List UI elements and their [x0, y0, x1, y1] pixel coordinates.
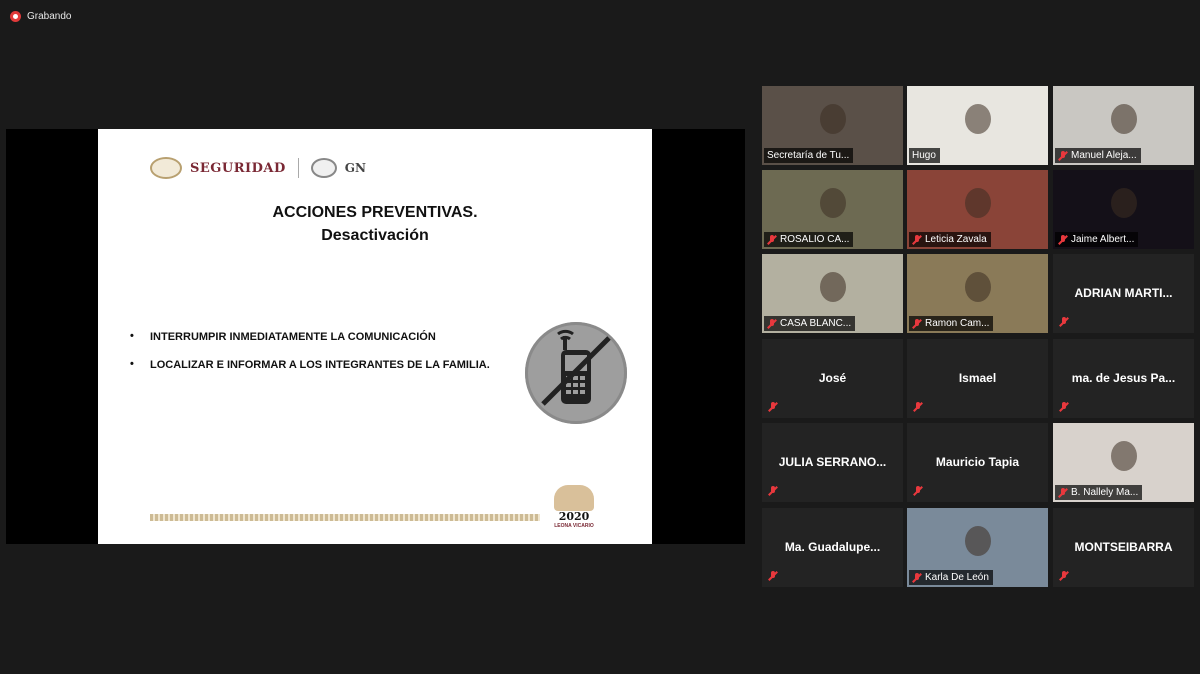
participant-silhouette [819, 272, 846, 302]
participant-name: Leticia Zavala [925, 234, 987, 245]
slide-footer-band [150, 514, 540, 521]
mic-muted-icon [1058, 234, 1068, 245]
participant-tile[interactable]: B. Nallely Ma... [1053, 423, 1194, 502]
participant-name: José [818, 371, 847, 385]
participant-name: Hugo [912, 150, 936, 161]
participant-name: Ramon Cam... [925, 318, 990, 329]
participant-tile[interactable]: Secretaría de Tu... [762, 86, 903, 165]
participant-name-label: Ramon Cam... [909, 316, 994, 331]
mic-muted-icon [913, 402, 923, 412]
participant-silhouette [819, 104, 846, 134]
slide-bullet-list: INTERRUMPIR INMEDIATAMENTE LA COMUNICACI… [130, 330, 490, 387]
participant-name: ROSALIO CA... [780, 234, 850, 245]
participant-name-label: CASA BLANC... [764, 316, 856, 331]
logo-divider [297, 158, 299, 178]
participant-name: Ma. Guadalupe... [784, 540, 881, 554]
logo-text: SEGURIDAD [190, 160, 286, 176]
footer-name: LEONA VICARIO [554, 523, 594, 529]
no-phone-icon [525, 322, 627, 424]
gn-emblem-icon [310, 158, 337, 178]
participant-tile[interactable]: Jaime Albert... [1053, 170, 1194, 249]
leona-vicario-logo: 2020 LEONA VICARIO [548, 485, 600, 529]
participant-tile[interactable]: Karla De León [907, 508, 1048, 587]
participant-tile[interactable]: ma. de Jesus Pa... [1053, 339, 1194, 418]
participant-name: JULIA SERRANO... [778, 455, 887, 469]
participant-silhouette [964, 272, 991, 302]
mic-muted-icon [912, 572, 922, 583]
slide-subtitle: Desactivación [321, 227, 429, 244]
participant-name-label: Karla De León [909, 570, 993, 585]
participant-tile[interactable]: ADRIAN MARTI... [1053, 254, 1194, 333]
participant-name-label: ROSALIO CA... [764, 232, 854, 247]
participant-name-label: Hugo [909, 148, 940, 163]
participant-tile[interactable]: Leticia Zavala [907, 170, 1048, 249]
slide-logo: SEGURIDAD GN [150, 157, 366, 179]
participant-tile[interactable]: Ramon Cam... [907, 254, 1048, 333]
participant-silhouette [964, 104, 991, 134]
participant-silhouette [1110, 188, 1137, 218]
mexico-emblem-icon [150, 157, 182, 179]
participant-name-label: B. Nallely Ma... [1055, 485, 1143, 500]
mic-muted-icon [768, 486, 778, 496]
participant-name: Mauricio Tapia [935, 455, 1020, 469]
participant-tile[interactable]: Ma. Guadalupe... [762, 508, 903, 587]
participant-tile[interactable]: ROSALIO CA... [762, 170, 903, 249]
screen-share-area: SEGURIDAD GN ACCIONES PREVENTIVAS. Desac… [6, 129, 745, 544]
mic-muted-icon [768, 571, 778, 581]
participant-name: Ismael [958, 371, 997, 385]
participant-name: CASA BLANC... [780, 318, 852, 329]
participant-name-label: Jaime Albert... [1055, 232, 1139, 247]
participant-name: Secretaría de Tu... [767, 150, 850, 161]
mic-muted-icon [767, 234, 777, 245]
participant-tile[interactable]: CASA BLANC... [762, 254, 903, 333]
participant-tile[interactable]: Manuel Aleja... [1053, 86, 1194, 165]
mic-muted-icon [912, 318, 922, 329]
participant-silhouette [964, 526, 991, 556]
gn-text: GN [344, 161, 366, 175]
mic-muted-icon [1059, 402, 1069, 412]
participant-name: MONTSEIBARRA [1074, 540, 1173, 554]
footer-year: 2020 [558, 510, 590, 523]
bullet-item: LOCALIZAR E INFORMAR A LOS INTEGRANTES D… [130, 358, 490, 371]
participant-tile[interactable]: Hugo [907, 86, 1048, 165]
participant-name-label: Manuel Aleja... [1055, 148, 1141, 163]
mic-muted-icon [1058, 150, 1068, 161]
participant-name: ma. de Jesus Pa... [1071, 371, 1176, 385]
participant-name: ADRIAN MARTI... [1074, 286, 1173, 300]
recording-indicator: Grabando [10, 11, 71, 22]
participant-name: Karla De León [925, 572, 989, 583]
bullet-item: INTERRUMPIR INMEDIATAMENTE LA COMUNICACI… [130, 330, 490, 343]
recording-label: Grabando [27, 11, 72, 22]
mic-muted-icon [1059, 571, 1069, 581]
mic-muted-icon [1059, 317, 1069, 327]
record-icon [10, 11, 21, 22]
slide-title: ACCIONES PREVENTIVAS. [272, 204, 478, 221]
mic-muted-icon [913, 486, 923, 496]
participant-silhouette [819, 188, 846, 218]
participant-silhouette [1110, 104, 1137, 134]
participant-tile[interactable]: Ismael [907, 339, 1048, 418]
participant-silhouette [1110, 441, 1137, 471]
presentation-slide: SEGURIDAD GN ACCIONES PREVENTIVAS. Desac… [98, 129, 652, 544]
participant-tile[interactable]: Mauricio Tapia [907, 423, 1048, 502]
leona-portrait [554, 485, 594, 511]
participant-name-label: Secretaría de Tu... [764, 148, 854, 163]
mic-muted-icon [912, 234, 922, 245]
participant-tile[interactable]: José [762, 339, 903, 418]
participant-tile[interactable]: JULIA SERRANO... [762, 423, 903, 502]
participant-tile[interactable]: MONTSEIBARRA [1053, 508, 1194, 587]
participant-name: Jaime Albert... [1071, 234, 1135, 245]
participant-silhouette [964, 188, 991, 218]
participant-name-label: Leticia Zavala [909, 232, 991, 247]
participant-name: Manuel Aleja... [1071, 150, 1137, 161]
mic-muted-icon [767, 318, 777, 329]
participant-name: B. Nallely Ma... [1071, 487, 1139, 498]
mic-muted-icon [768, 402, 778, 412]
mic-muted-icon [1058, 487, 1068, 498]
